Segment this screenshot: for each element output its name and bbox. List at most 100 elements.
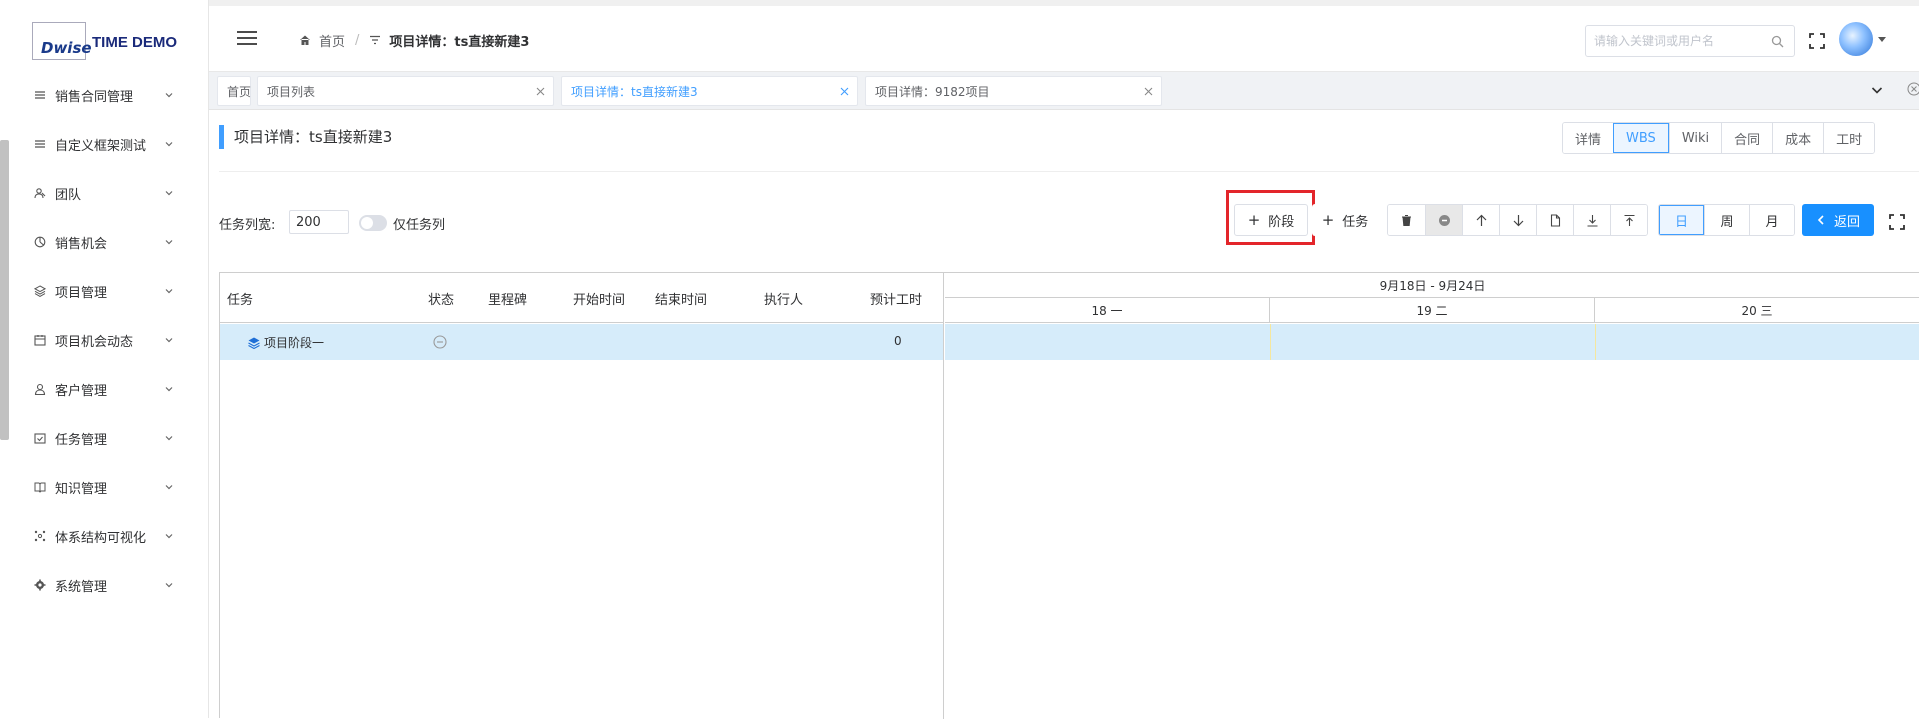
column-header-end[interactable]: 结束时间: [655, 289, 707, 308]
sidebar-item-label: 销售机会: [55, 236, 108, 252]
sidebar-item-knowledge-management[interactable]: 知识管理: [0, 467, 208, 507]
pie-chart-icon: [34, 236, 46, 248]
sidebar-item-sales-contract[interactable]: 销售合同管理: [0, 75, 208, 115]
column-width-input[interactable]: [289, 210, 349, 234]
search-input[interactable]: [1586, 26, 1766, 56]
search-icon[interactable]: [1771, 35, 1784, 48]
gear-icon: [34, 579, 46, 591]
title-accent-bar: [219, 125, 224, 149]
column-header-task[interactable]: 任务: [227, 289, 253, 308]
scale-week-button[interactable]: 周: [1704, 205, 1749, 235]
add-task-button[interactable]: + 任务: [1312, 204, 1378, 236]
move-up-button[interactable]: [1462, 205, 1499, 235]
close-icon[interactable]: [536, 87, 545, 96]
sidebar-item-label: 自定义框架测试: [55, 138, 147, 154]
view-tab-wbs[interactable]: WBS: [1613, 123, 1669, 153]
list-icon: [35, 140, 45, 148]
structure-icon: [34, 530, 46, 542]
close-all-icon[interactable]: [1907, 82, 1919, 96]
sidebar-item-label: 体系结构可视化: [55, 530, 147, 546]
plus-icon: +: [1321, 211, 1335, 229]
sidebar-item-custom-framework[interactable]: 自定义框架测试: [0, 124, 208, 164]
move-down-button[interactable]: [1499, 205, 1536, 235]
gantt-chart: 任务 状态 里程碑 开始时间 结束时间 执行人 预计工时 项目阶段一 0 9月1…: [219, 272, 1919, 719]
chevron-down-icon: [165, 142, 173, 147]
top-header: 首页 / 项目详情：ts直接新建3: [209, 0, 1919, 72]
divider: [219, 171, 1919, 172]
sidebar: Dwise TIME DEMO 销售合同管理 自定义框架测试 团队 销售机会 项…: [0, 0, 209, 718]
gantt-timeline: 9月18日 - 9月24日 18 一 19 二 20 三: [945, 273, 1919, 719]
sidebar-item-team[interactable]: 团队: [0, 173, 208, 213]
document-icon: [1550, 213, 1560, 227]
task-name-label: 项目阶段一: [264, 336, 325, 350]
close-icon[interactable]: [1144, 87, 1153, 96]
delete-button[interactable]: [1388, 205, 1425, 235]
breadcrumb: 首页 / 项目详情：ts直接新建3: [299, 30, 529, 50]
tabs-bar: 首页 项目列表 项目详情：ts直接新建3 项目详情：9182项目: [209, 72, 1919, 110]
sidebar-item-project-management[interactable]: 项目管理: [0, 271, 208, 311]
tab-label: 项目详情：ts直接新建3: [571, 84, 698, 99]
hamburger-menu-icon[interactable]: [237, 30, 257, 46]
sidebar-item-task-management[interactable]: 任务管理: [0, 418, 208, 458]
tab-label: 首页: [227, 84, 252, 99]
time-scale-group: 日 周 月: [1658, 204, 1795, 236]
breadcrumb-home[interactable]: 首页: [319, 31, 345, 50]
column-header-status[interactable]: 状态: [428, 289, 454, 308]
avatar[interactable]: [1839, 22, 1873, 56]
chevron-down-icon: [165, 436, 173, 441]
chevron-down-icon: [165, 93, 173, 98]
sidebar-item-system-management[interactable]: 系统管理: [0, 565, 208, 605]
task-name[interactable]: 项目阶段一: [248, 334, 324, 351]
sidebar-item-architecture-visualization[interactable]: 体系结构可视化: [0, 516, 208, 556]
chevron-down-icon: [165, 534, 173, 539]
sidebar-item-customer-management[interactable]: 客户管理: [0, 369, 208, 409]
layers-icon: [34, 285, 46, 297]
view-tab-details[interactable]: 详情: [1563, 123, 1614, 153]
column-header-milestone[interactable]: 里程碑: [488, 289, 527, 308]
tab-project-detail-ts3[interactable]: 项目详情：ts直接新建3: [561, 76, 858, 106]
chevron-down-icon[interactable]: [1871, 84, 1883, 96]
timeline-day: 20 三: [1595, 298, 1919, 323]
gantt-grid-header: 任务 状态 里程碑 开始时间 结束时间 执行人 预计工时: [220, 273, 943, 323]
table-row[interactable]: 项目阶段一 0: [220, 324, 943, 360]
logo-mark: Dwise: [32, 22, 92, 60]
column-header-start[interactable]: 开始时间: [573, 289, 625, 308]
user-icon: [34, 383, 46, 395]
copy-button[interactable]: [1536, 205, 1573, 235]
view-tab-contract[interactable]: 合同: [1721, 123, 1773, 153]
scale-day-button[interactable]: 日: [1659, 205, 1704, 235]
view-tab-wiki[interactable]: Wiki: [1668, 123, 1722, 153]
add-stage-button[interactable]: + 阶段: [1234, 204, 1308, 236]
logo: Dwise TIME DEMO: [32, 22, 187, 60]
sidebar-item-label: 项目管理: [55, 285, 108, 301]
view-tab-worktime[interactable]: 工时: [1823, 123, 1875, 153]
scale-month-button[interactable]: 月: [1749, 205, 1794, 235]
only-tasks-toggle[interactable]: [359, 215, 387, 231]
search-box[interactable]: [1585, 25, 1795, 57]
back-label: 返回: [1833, 214, 1860, 230]
tab-project-detail-9182[interactable]: 项目详情：9182项目: [865, 76, 1162, 106]
close-icon[interactable]: [840, 87, 849, 96]
fullscreen-icon[interactable]: [1889, 214, 1905, 230]
tab-project-list[interactable]: 项目列表: [257, 76, 554, 106]
timeline-row[interactable]: [945, 324, 1919, 360]
fullscreen-icon[interactable]: [1809, 33, 1825, 49]
minus-circle-icon: [433, 335, 447, 349]
view-tab-cost[interactable]: 成本: [1772, 123, 1824, 153]
collapse-button[interactable]: [1425, 205, 1462, 235]
back-button[interactable]: 返回: [1802, 204, 1874, 236]
indent-top-button[interactable]: [1610, 205, 1647, 235]
add-task-label: 任务: [1342, 214, 1369, 230]
indent-down-button[interactable]: [1573, 205, 1610, 235]
sidebar-item-sales-opportunity[interactable]: 销售机会: [0, 222, 208, 262]
arrow-up-icon: [1476, 214, 1486, 226]
list-icon: [35, 91, 45, 99]
chevron-down-icon: [165, 191, 173, 196]
column-header-hours[interactable]: 预计工时: [870, 289, 922, 308]
caret-down-icon[interactable]: [1878, 37, 1886, 43]
sidebar-item-project-opportunity-dynamics[interactable]: 项目机会动态: [0, 320, 208, 360]
gantt-grid: 任务 状态 里程碑 开始时间 结束时间 执行人 预计工时 项目阶段一 0: [220, 273, 944, 719]
column-header-assignee[interactable]: 执行人: [764, 289, 803, 308]
tab-home[interactable]: 首页: [217, 76, 251, 106]
sidebar-item-label: 任务管理: [55, 432, 108, 448]
